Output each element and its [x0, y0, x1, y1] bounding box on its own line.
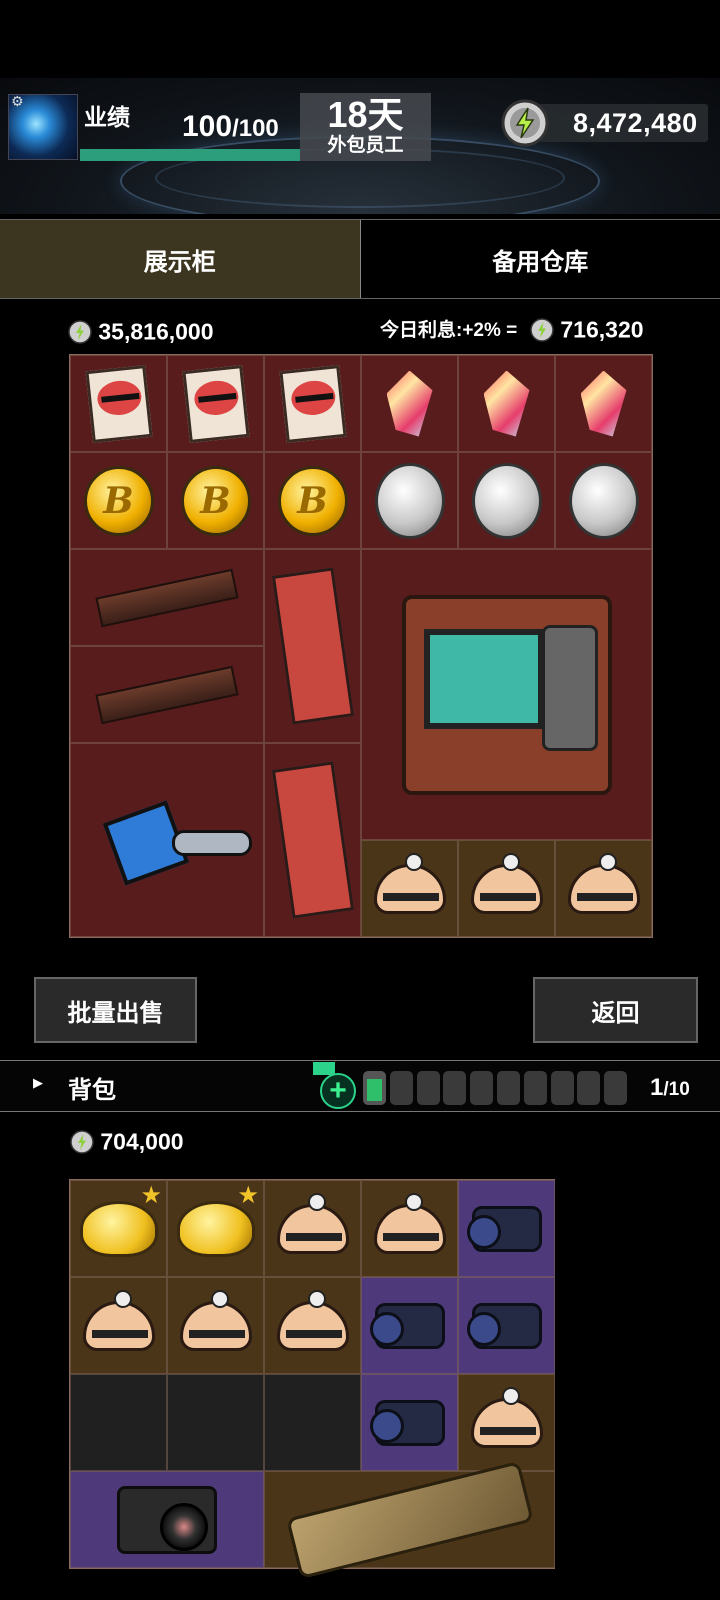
item-silver-coin[interactable] [458, 452, 555, 549]
item-gold-nugget[interactable]: ★ [70, 1180, 167, 1277]
performance-value: 100/100 [182, 110, 279, 144]
battery-empty-icon [523, 1071, 547, 1105]
item-helmet[interactable] [458, 1374, 555, 1471]
item-helmet[interactable] [458, 840, 555, 937]
item-helmet[interactable] [264, 1180, 361, 1277]
performance-max: /100 [232, 115, 279, 142]
employee-type-label: 外包员工 [327, 135, 404, 156]
item-rifle-scope[interactable] [361, 1277, 458, 1374]
item-silver-coin[interactable] [555, 452, 652, 549]
tab-backup-storage[interactable]: 备用仓库 [360, 220, 720, 298]
lightning-coin-icon [68, 320, 92, 344]
item-helmet[interactable] [70, 1277, 167, 1374]
lightning-coin-icon [70, 1130, 94, 1154]
battery-full-icon [363, 1071, 386, 1105]
backpack-grid: ★ ★ [69, 1179, 555, 1579]
backpack-count-current: 1 [650, 1074, 664, 1101]
item-wooden-plank[interactable] [70, 549, 264, 646]
battery-empty-icon [577, 1071, 601, 1105]
back-button[interactable]: 返回 [533, 977, 698, 1043]
display-total-amount: 35,816,000 [98, 318, 214, 345]
money-amount: 8,472,480 [573, 108, 698, 138]
item-camera[interactable] [70, 1471, 264, 1568]
item-helmet[interactable] [264, 1277, 361, 1374]
item-gold-coin[interactable]: B [167, 452, 264, 549]
item-red-gem[interactable] [458, 355, 555, 452]
star-icon: ★ [237, 1182, 259, 1209]
employee-days-badge: 18天 外包员工 [300, 93, 431, 161]
battery-empty-icon [416, 1071, 440, 1105]
item-smartphone[interactable] [264, 1460, 555, 1579]
item-helmet[interactable] [167, 1277, 264, 1374]
empty-slot[interactable] [167, 1374, 264, 1471]
item-congratulations-card[interactable] [264, 355, 361, 452]
star-icon: ★ [140, 1182, 162, 1209]
backpack-total-value: 704,000 [70, 1127, 184, 1155]
performance-label: 业绩 [84, 104, 130, 130]
battery-empty-icon [389, 1071, 413, 1105]
item-id-card[interactable] [264, 549, 361, 743]
display-cabinet-grid: B B B [69, 354, 653, 938]
item-rifle-scope[interactable] [458, 1277, 555, 1374]
battery-empty-icon [470, 1071, 494, 1105]
gear-icon[interactable]: ⚙ [11, 93, 24, 110]
item-red-gem[interactable] [555, 355, 652, 452]
item-rifle-scope[interactable] [361, 1374, 458, 1471]
item-silver-coin[interactable] [361, 452, 458, 549]
backpack-count-max: /10 [663, 1079, 690, 1100]
daily-interest-label: 今日利息:+2% = [380, 320, 518, 341]
battery-empty-icon [497, 1071, 520, 1105]
empty-slot[interactable] [70, 1374, 167, 1471]
lightning-coin-icon [530, 318, 554, 342]
empty-slot[interactable] [264, 1374, 361, 1471]
item-congratulations-card[interactable] [70, 355, 167, 452]
item-gold-nugget[interactable]: ★ [167, 1180, 264, 1277]
item-helmet[interactable] [555, 840, 652, 937]
performance-current: 100 [182, 110, 233, 143]
plus-icon[interactable]: + [320, 1073, 356, 1109]
bulk-sell-button[interactable]: 批量出售 [34, 977, 197, 1043]
battery-empty-icon [550, 1071, 574, 1105]
item-gold-coin[interactable]: B [264, 452, 361, 549]
days-value: 18天 [327, 94, 404, 135]
performance-progress-bar [80, 149, 300, 161]
item-congratulations-card[interactable] [167, 355, 264, 452]
item-gold-coin[interactable]: B [70, 452, 167, 549]
lightning-coin-icon [501, 99, 549, 147]
item-helmet[interactable] [361, 840, 458, 937]
item-id-card[interactable] [264, 743, 361, 937]
tab-bar: 展示柜 备用仓库 [0, 219, 720, 299]
item-wooden-plank[interactable] [70, 646, 264, 743]
item-red-gem[interactable] [361, 355, 458, 452]
triangle-right-icon[interactable]: ▶ [33, 1075, 43, 1091]
item-retro-tv[interactable] [361, 549, 652, 840]
daily-interest-value: 716,320 [530, 315, 644, 343]
display-total-value: 35,816,000 [68, 317, 214, 345]
item-rifle-scope[interactable] [458, 1180, 555, 1277]
tab-display-cabinet[interactable]: 展示柜 [0, 220, 361, 298]
item-robot-toy[interactable] [70, 743, 264, 937]
daily-interest-amount: 716,320 [560, 316, 644, 343]
battery-empty-icon [604, 1071, 628, 1105]
battery-empty-icon [443, 1071, 467, 1105]
item-helmet[interactable] [361, 1180, 458, 1277]
backpack-total-amount: 704,000 [100, 1128, 184, 1155]
backpack-title: 背包 [68, 1077, 116, 1104]
backpack-capacity: 1/10 [650, 1074, 690, 1102]
